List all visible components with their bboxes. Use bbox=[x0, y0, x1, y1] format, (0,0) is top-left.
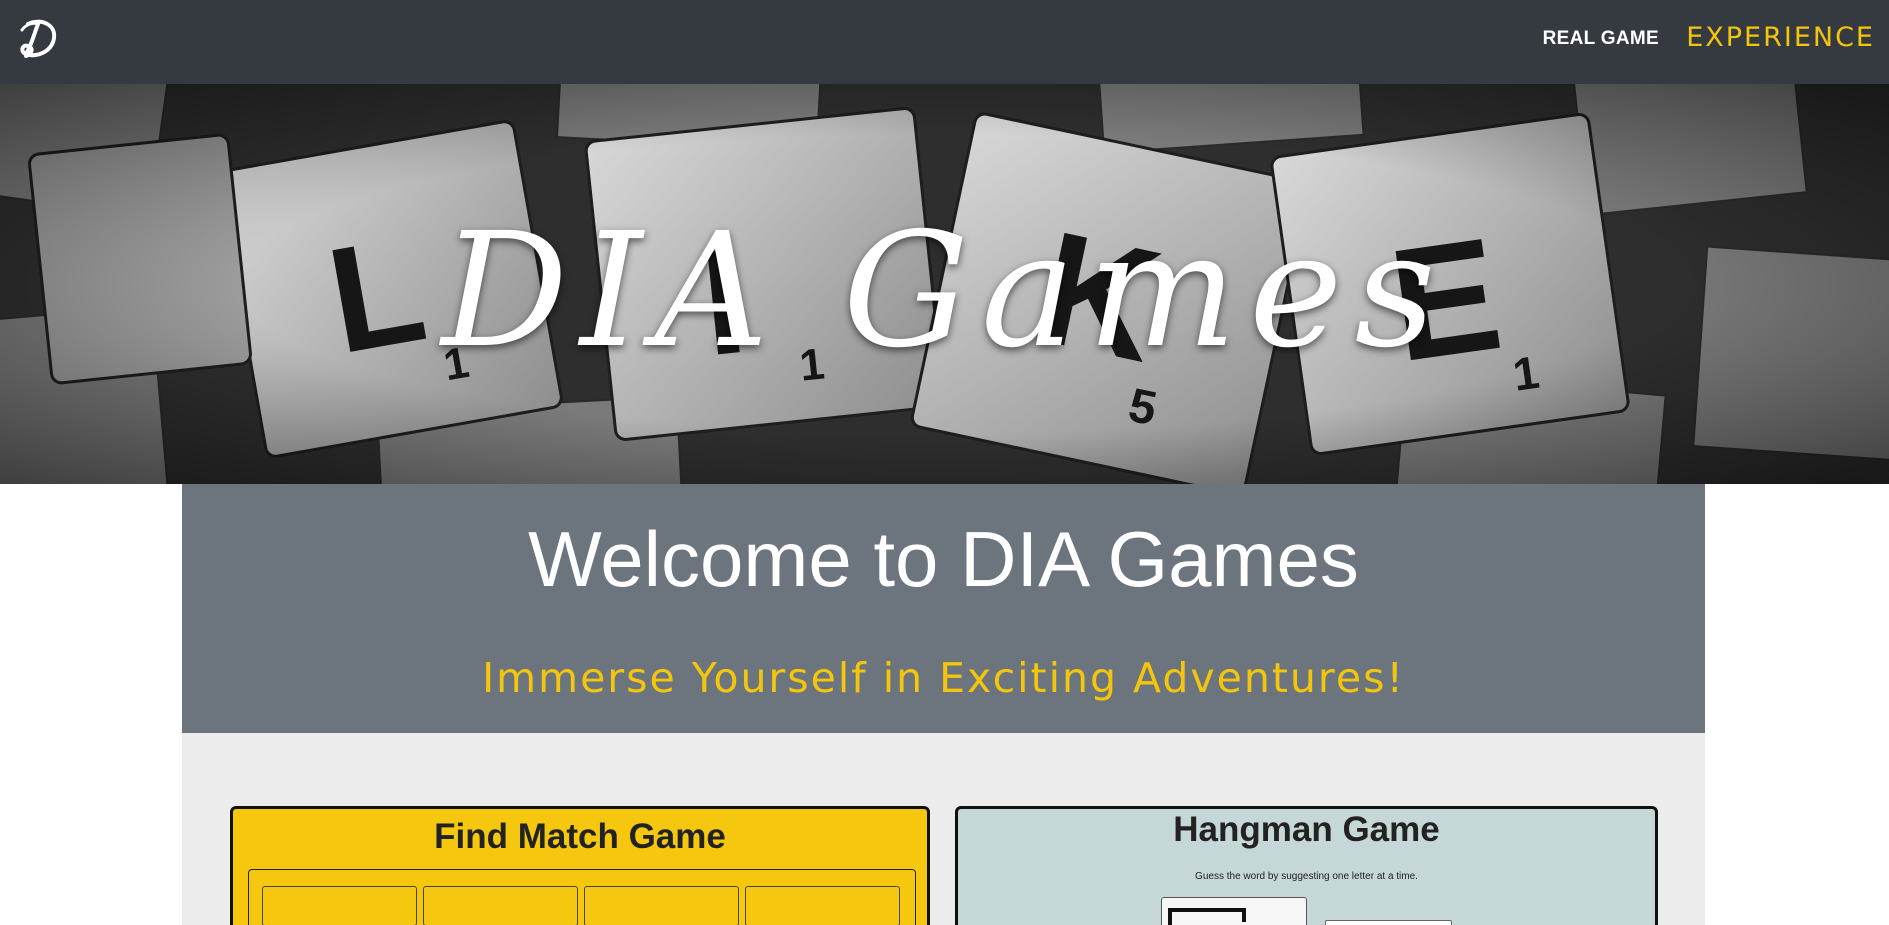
nav-brand-experience[interactable]: EXPERIENCE bbox=[1686, 22, 1875, 53]
find-match-game-title: Find Match Game bbox=[434, 817, 726, 856]
top-navbar: REAL GAME EXPERIENCE bbox=[0, 0, 1889, 84]
script-d-logo-icon[interactable] bbox=[14, 14, 62, 62]
gallows-icon bbox=[1168, 908, 1246, 925]
games-section: Find Match Game Hangman Game Guess the w… bbox=[182, 733, 1705, 925]
hero-title: DIA Games bbox=[441, 199, 1448, 383]
letter-guess-input[interactable] bbox=[1325, 920, 1452, 925]
hangman-game-card[interactable]: Hangman Game Guess the word by suggestin… bbox=[955, 806, 1658, 925]
hangman-game-title: Hangman Game bbox=[1173, 810, 1440, 849]
find-match-game-card[interactable]: Find Match Game bbox=[230, 806, 930, 925]
welcome-panel: Welcome to DIA Games Immerse Yourself in… bbox=[182, 484, 1705, 733]
match-card-tile[interactable] bbox=[262, 886, 417, 925]
match-card-tile[interactable] bbox=[745, 886, 900, 925]
hero-banner: L 1 I 1 K 5 E 1 DIA Games bbox=[0, 84, 1889, 484]
match-card-tile[interactable] bbox=[584, 886, 739, 925]
welcome-subtitle: Immerse Yourself in Exciting Adventures! bbox=[482, 654, 1405, 702]
match-game-board bbox=[248, 869, 916, 925]
welcome-title: Welcome to DIA Games bbox=[528, 515, 1359, 603]
hangman-drawing-canvas bbox=[1161, 897, 1307, 925]
nav-brand-real-game[interactable]: REAL GAME bbox=[1543, 28, 1659, 50]
hangman-description: Guess the word by suggesting one letter … bbox=[1195, 871, 1418, 882]
match-card-tile[interactable] bbox=[423, 886, 578, 925]
